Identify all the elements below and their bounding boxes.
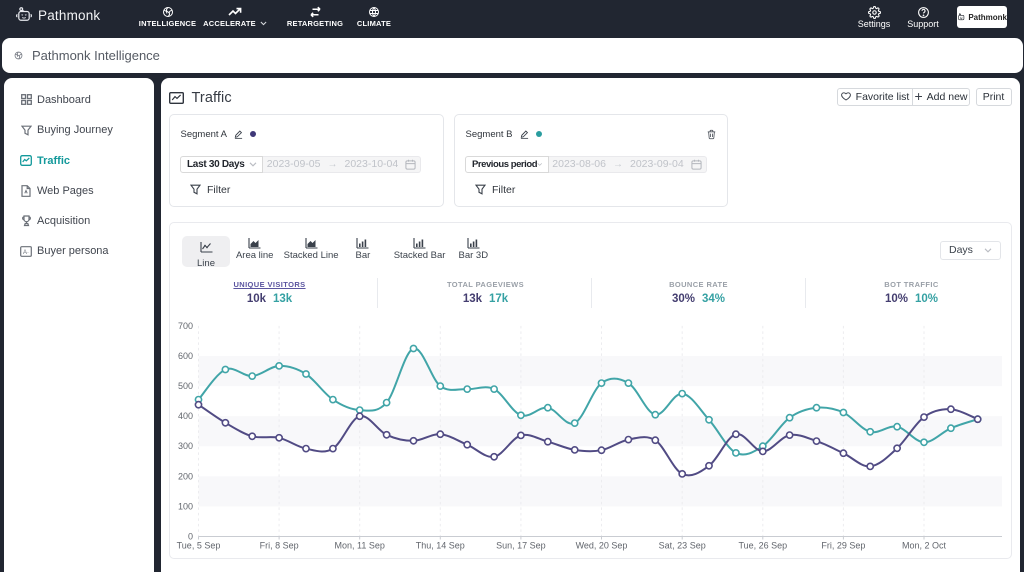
- svg-text:Fri, 29 Sep: Fri, 29 Sep: [821, 541, 865, 551]
- svg-text:400: 400: [178, 411, 193, 421]
- svg-text:300: 300: [178, 441, 193, 451]
- svg-text:Mon, 2 Oct: Mon, 2 Oct: [902, 541, 947, 551]
- svg-text:200: 200: [178, 471, 193, 481]
- svg-text:100: 100: [178, 501, 193, 511]
- svg-text:500: 500: [178, 381, 193, 391]
- svg-text:Thu, 14 Sep: Thu, 14 Sep: [416, 541, 465, 551]
- svg-text:Tue, 5 Sep: Tue, 5 Sep: [177, 541, 221, 551]
- svg-text:600: 600: [178, 351, 193, 361]
- svg-text:Fri, 8 Sep: Fri, 8 Sep: [260, 541, 299, 551]
- svg-text:Sat, 23 Sep: Sat, 23 Sep: [659, 541, 706, 551]
- svg-text:700: 700: [178, 321, 193, 331]
- svg-text:Wed, 20 Sep: Wed, 20 Sep: [576, 541, 628, 551]
- svg-text:Tue, 26 Sep: Tue, 26 Sep: [738, 541, 787, 551]
- svg-text:Sun, 17 Sep: Sun, 17 Sep: [496, 541, 546, 551]
- svg-text:Mon, 11 Sep: Mon, 11 Sep: [335, 541, 385, 551]
